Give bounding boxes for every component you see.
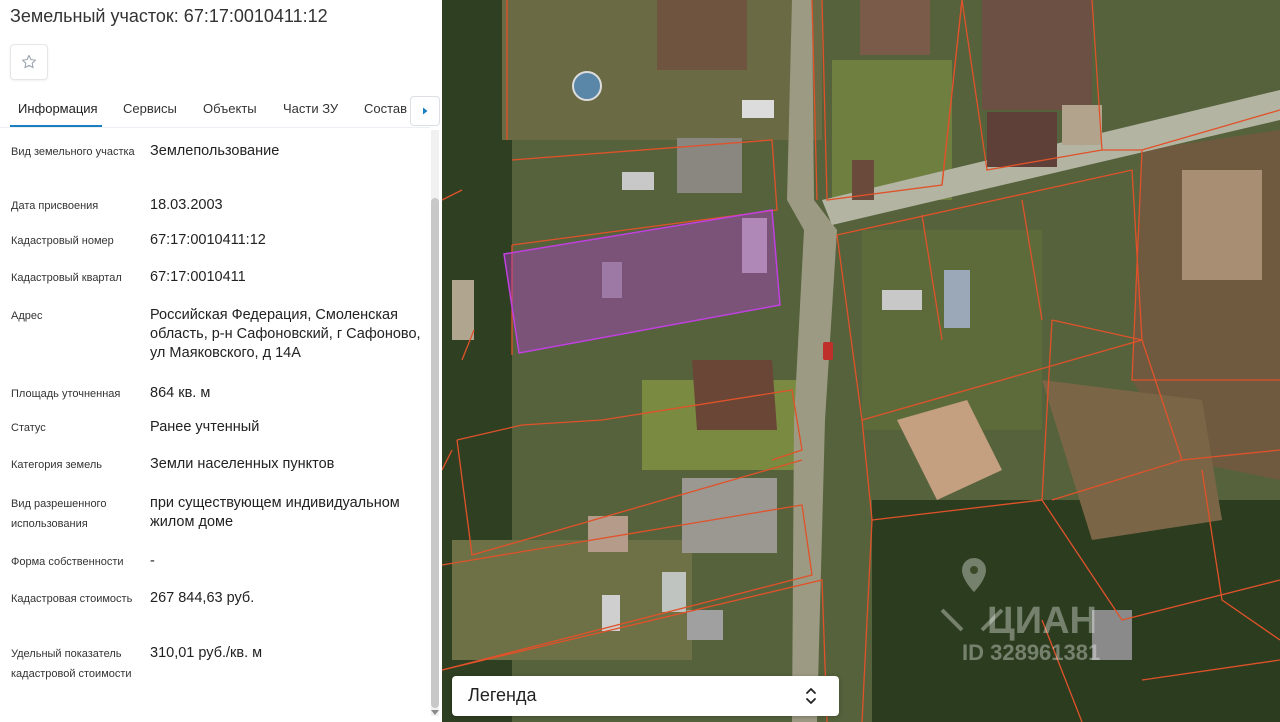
satellite-map[interactable]	[442, 0, 1280, 722]
house-roof	[987, 112, 1057, 167]
house-roof	[982, 0, 1092, 110]
shed	[742, 100, 774, 118]
info-value: 67:17:0010411:12	[150, 232, 266, 248]
info-label: Статус	[11, 422, 46, 434]
house-roof	[682, 478, 777, 553]
info-value: 310,01 руб./кв. м	[150, 645, 263, 661]
house-roof	[860, 0, 930, 55]
tab-info[interactable]: Информация	[18, 101, 98, 116]
lumber-stack	[1182, 170, 1262, 280]
info-value: при существующем индивидуальном жилом до…	[150, 495, 400, 530]
page-title: Земельный участок: 67:17:0010411:12	[10, 6, 328, 26]
greenhouse	[662, 572, 686, 612]
info-label: Кадастровая стоимость	[11, 593, 133, 605]
info-label: Дата присвоения	[11, 200, 99, 212]
star-icon	[21, 54, 37, 69]
info-label: Кадастровый номер	[11, 235, 114, 247]
tabs-divider	[0, 127, 430, 128]
tab-parts[interactable]: Части ЗУ	[283, 101, 338, 116]
car	[823, 342, 833, 360]
info-value: -	[150, 553, 155, 569]
garden-area	[452, 540, 692, 660]
chevron-right-icon	[423, 107, 428, 115]
scrollbar-thumb[interactable]	[431, 198, 439, 708]
legend-label: Легенда	[468, 685, 537, 705]
info-value: 18.03.2003	[150, 197, 223, 213]
info-panel: Земельный участок: 67:17:0010411:12 Инфо…	[0, 0, 442, 722]
house-roof	[657, 0, 747, 70]
info-label: Удельный показатель кадастровой стоимост…	[11, 648, 132, 680]
info-label: Площадь уточненная	[11, 388, 121, 400]
watermark-logo-text: ЦИАН	[987, 600, 1097, 642]
shed	[882, 290, 922, 310]
info-value: Землепользование	[150, 143, 280, 159]
info-label: Категория земель	[11, 459, 102, 471]
map-view[interactable]: ЦИАН ID 328961381	[442, 0, 1280, 722]
favorite-button[interactable]	[10, 44, 48, 80]
parcel-building	[602, 262, 622, 298]
info-value: Земли населенных пунктов	[150, 456, 335, 472]
watermark-id: ID 328961381	[962, 640, 1101, 665]
info-label: Кадастровый квартал	[11, 272, 122, 284]
tab-services[interactable]: Сервисы	[123, 101, 177, 116]
info-value: Российская Федерация, Смоленская область…	[150, 307, 421, 361]
info-value: Ранее учтенный	[150, 419, 260, 435]
info-label: Адрес	[11, 310, 43, 322]
greenhouse	[622, 172, 654, 190]
info-label: Форма собственности	[11, 556, 124, 568]
info-value: 267 844,63 руб.	[150, 590, 255, 606]
pool	[572, 71, 602, 101]
info-value: 864 кв. м	[150, 385, 211, 401]
shed-roof	[944, 270, 970, 328]
house-roof	[1062, 105, 1102, 145]
info-value: 67:17:0010411	[150, 269, 246, 285]
tab-composition[interactable]: Состав	[364, 101, 407, 116]
tab-objects[interactable]: Объекты	[203, 101, 257, 116]
shed	[452, 280, 474, 340]
parcel-building	[742, 218, 767, 273]
info-label: Вид земельного участка	[11, 146, 135, 158]
info-label: Вид разрешенного использования	[11, 498, 107, 530]
chevron-updown-icon	[806, 688, 816, 704]
garden-area	[862, 230, 1042, 430]
tabs-next-button[interactable]	[410, 96, 440, 126]
legend-dropdown[interactable]: Легенда	[452, 676, 839, 716]
shed	[687, 610, 723, 640]
tabs: Информация Сервисы Объекты Части ЗУ Сост…	[0, 94, 410, 128]
panel-scrollbar[interactable]	[428, 130, 440, 722]
house-roof	[588, 516, 628, 552]
scroll-down-arrow-icon[interactable]	[431, 710, 439, 715]
